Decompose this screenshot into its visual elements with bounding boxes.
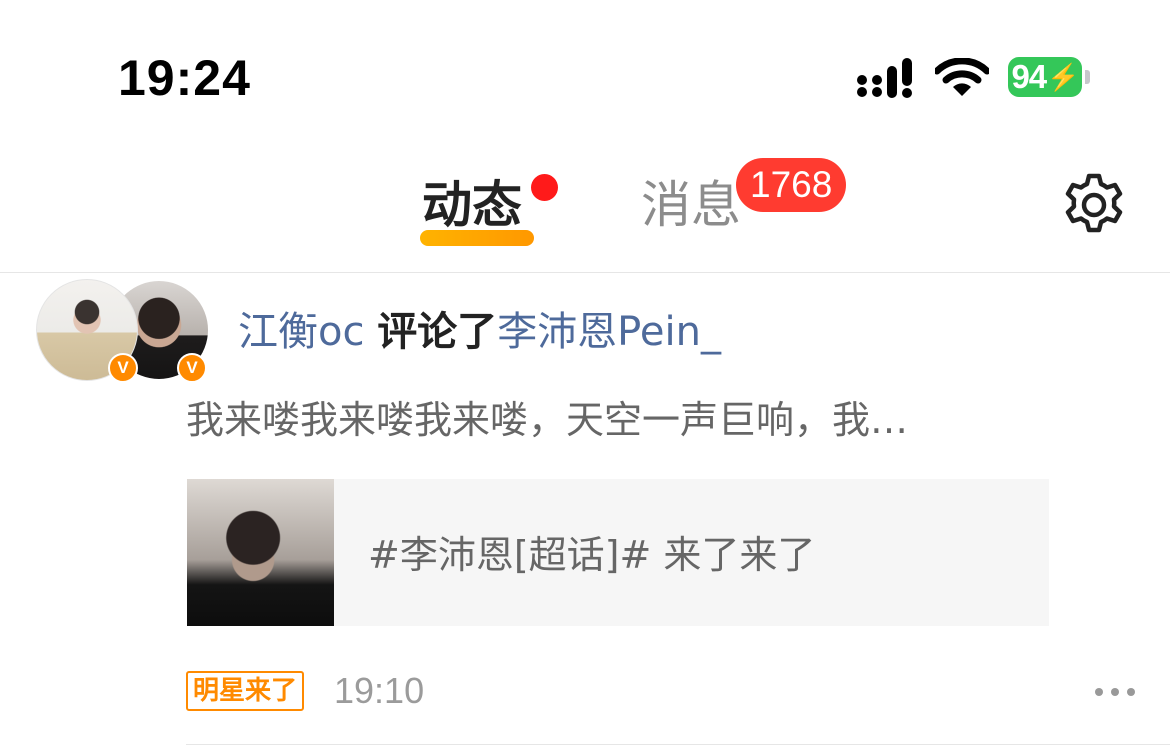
charging-bolt-icon: ⚡	[1047, 61, 1079, 92]
post-thumbnail	[187, 479, 334, 626]
battery-indicator: 94 ⚡	[1008, 57, 1082, 97]
verified-badge: V	[177, 353, 207, 383]
more-options-icon[interactable]	[1095, 680, 1135, 704]
target-name-link[interactable]: 李沛恩Pein_	[497, 309, 721, 355]
feed-headline: 江衡oc 评论了李沛恩Pein_	[238, 306, 721, 358]
actor-name-link[interactable]: 江衡oc	[238, 309, 364, 355]
action-text: 评论了	[377, 309, 498, 355]
source-tag[interactable]: 明星来了	[186, 671, 305, 711]
tab-dynamic-red-dot	[531, 174, 558, 201]
dot	[1127, 688, 1135, 696]
messages-count-badge: 1768	[736, 158, 847, 212]
battery-nub	[1085, 70, 1090, 84]
dot	[1111, 688, 1119, 696]
post-timestamp: 19:10	[334, 670, 425, 711]
feed-divider	[186, 744, 1170, 745]
gear-icon[interactable]	[1062, 173, 1126, 241]
status-time: 19:24	[118, 50, 251, 106]
quoted-post-card[interactable]: #李沛恩[超话]# 来了来了	[187, 479, 1049, 626]
header-divider	[0, 272, 1170, 273]
cellular-signal-icon	[857, 58, 915, 102]
comment-text[interactable]: 我来喽我来喽我来喽，天空一声巨响，我…	[186, 394, 908, 446]
quoted-post-text: #李沛恩[超话]# 来了来了	[368, 533, 816, 577]
tab-messages[interactable]: 消息	[641, 170, 741, 240]
wifi-icon	[933, 57, 991, 102]
battery-level: 94	[1011, 58, 1047, 95]
dot	[1095, 688, 1103, 696]
active-tab-indicator	[420, 230, 534, 246]
verified-badge: V	[108, 353, 138, 383]
